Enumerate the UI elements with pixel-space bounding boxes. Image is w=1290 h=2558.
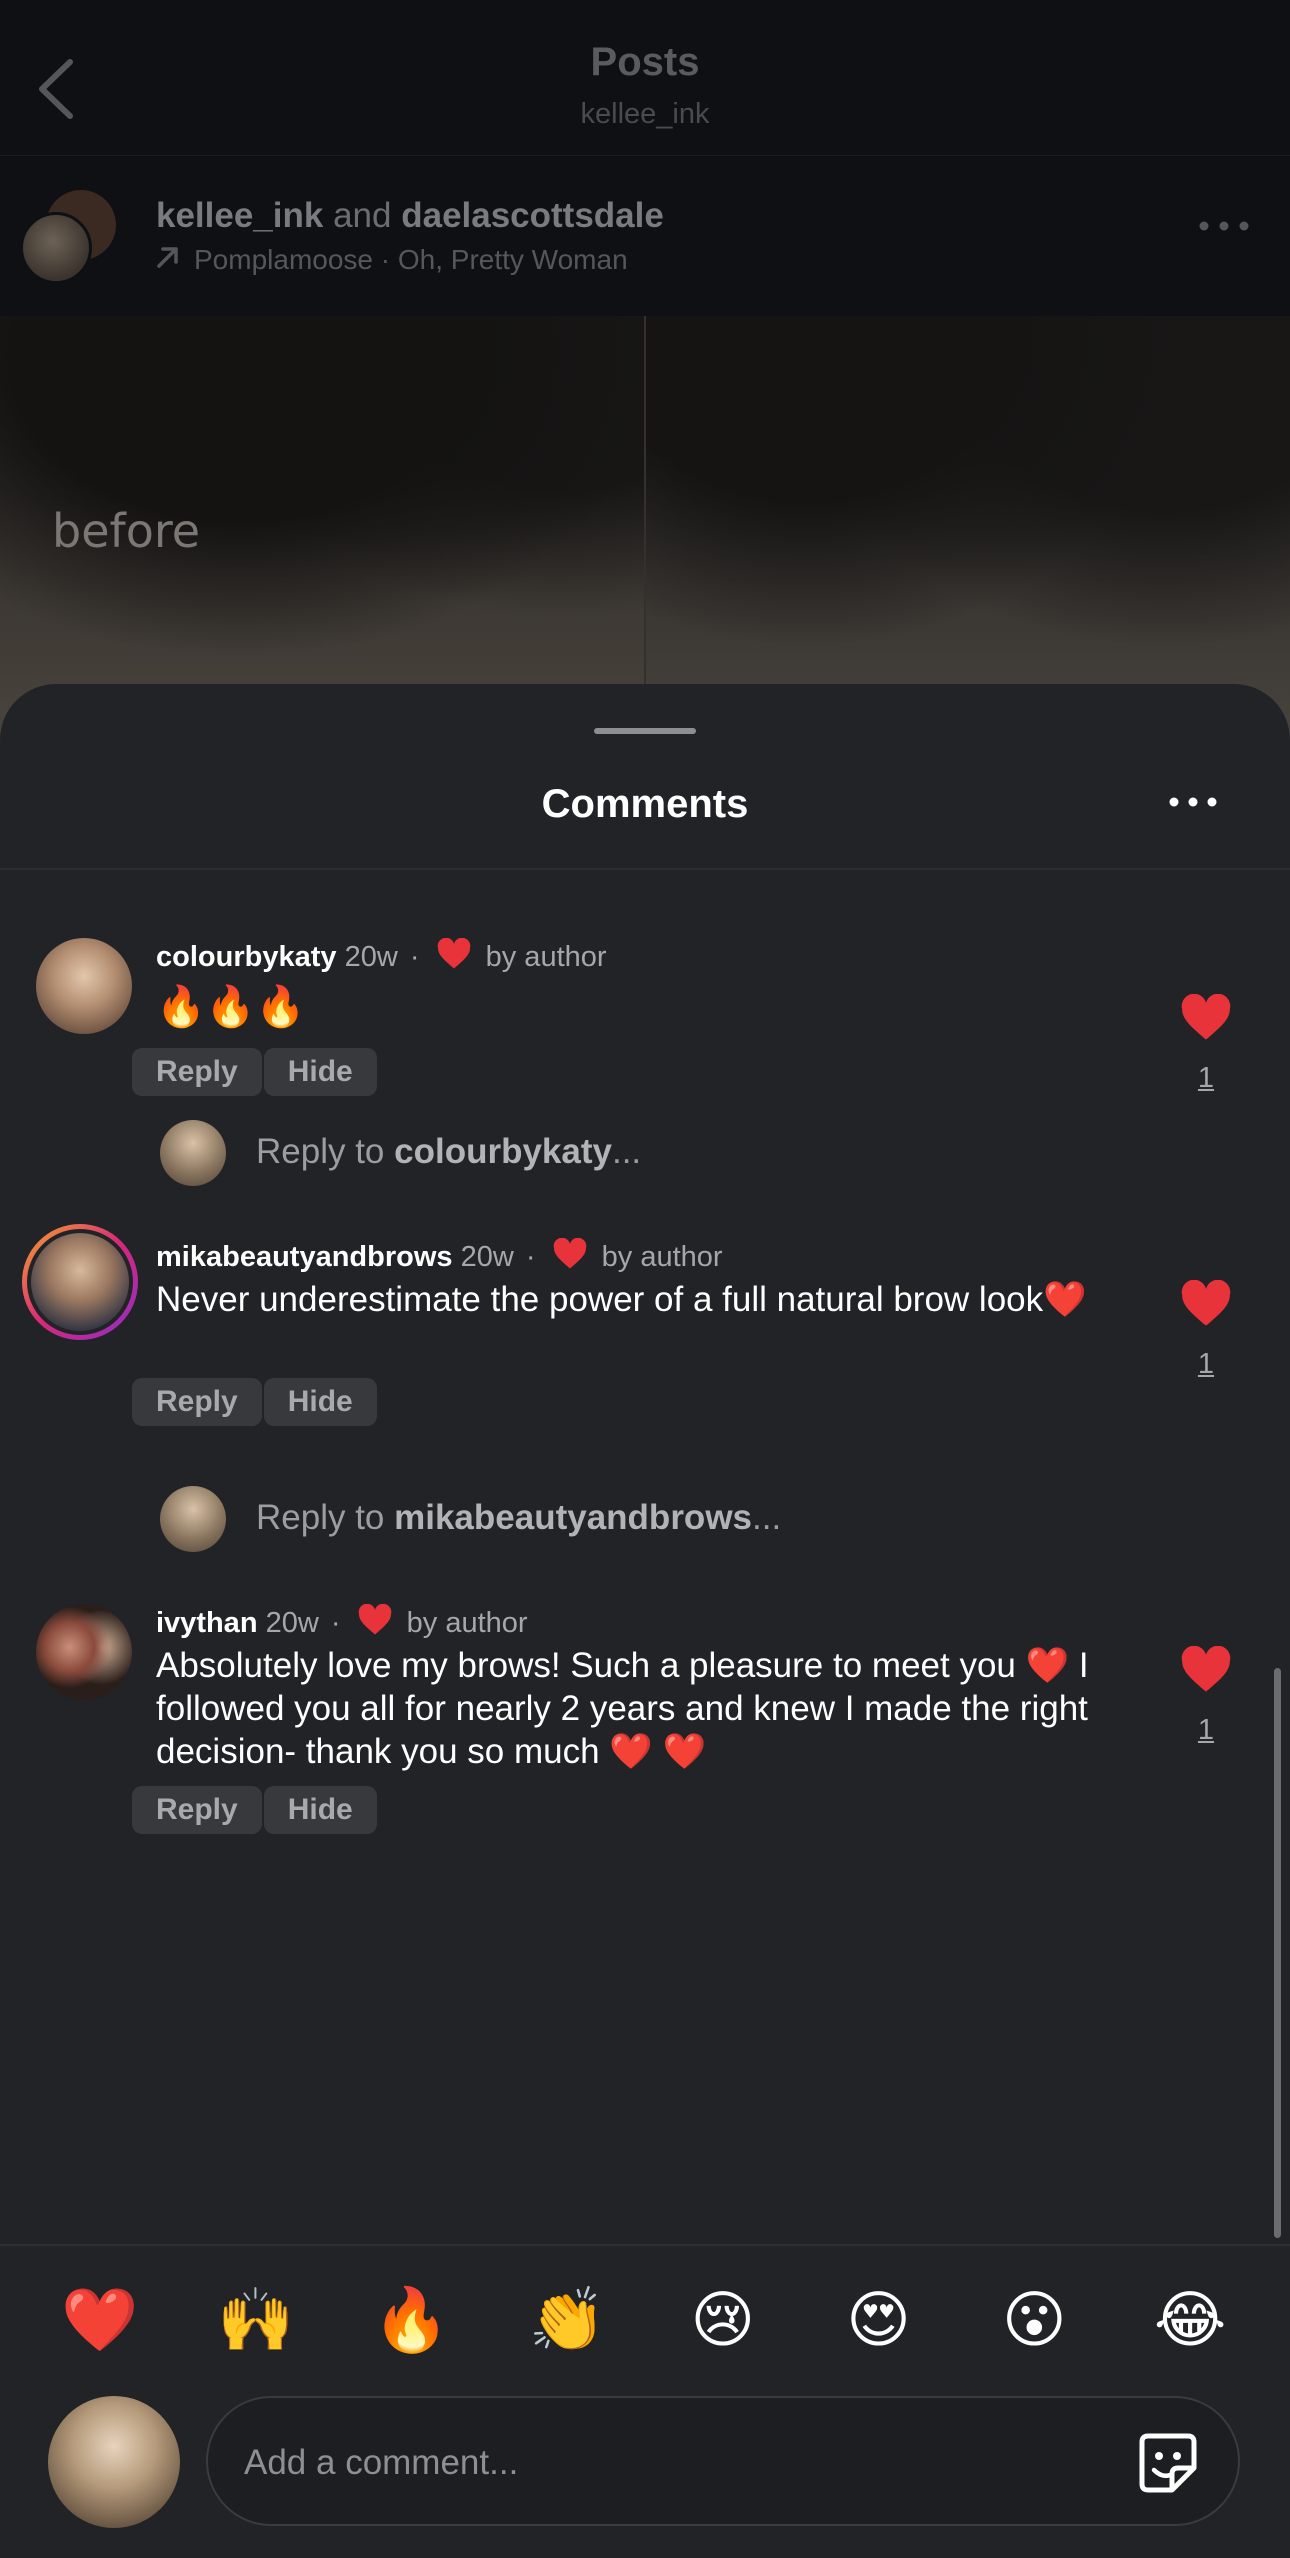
reply-prompt[interactable]: Reply to colourbykaty... bbox=[160, 1120, 1060, 1190]
music-label: Pomplamoose · Oh, Pretty Woman bbox=[194, 244, 628, 275]
heart-icon[interactable] bbox=[1180, 1646, 1232, 1694]
collaborator-name[interactable]: daelascottsdale bbox=[401, 196, 664, 235]
comment-age: 20w bbox=[460, 1241, 514, 1273]
quick-reactions: ❤️ 🙌 🔥 👏 😢 😍 😮 😂 bbox=[0, 2270, 1290, 2370]
author-avatar[interactable] bbox=[20, 212, 92, 284]
heart-icon bbox=[553, 1238, 586, 1269]
sticker-icon[interactable] bbox=[1132, 2428, 1204, 2500]
reaction-clap[interactable]: 👏 bbox=[517, 2270, 617, 2370]
comment-composer[interactable] bbox=[206, 2396, 1240, 2526]
avatar[interactable] bbox=[36, 938, 132, 1034]
page-title: Posts bbox=[590, 40, 700, 84]
reply-button[interactable]: Reply bbox=[132, 1048, 262, 1096]
heart-icon bbox=[437, 938, 470, 969]
meta-separator: · bbox=[525, 1241, 536, 1273]
reaction-fire[interactable]: 🔥 bbox=[361, 2270, 461, 2370]
reaction-surprised[interactable]: 😮 bbox=[984, 2270, 1084, 2370]
comment-meta: colourbykaty 20w · by author bbox=[156, 938, 607, 974]
avatar bbox=[160, 1120, 226, 1186]
avatar bbox=[160, 1486, 226, 1552]
more-horizontal-icon[interactable] bbox=[1196, 216, 1252, 236]
reaction-laugh[interactable]: 😂 bbox=[1140, 2270, 1240, 2370]
and-word: and bbox=[333, 196, 392, 235]
author-name[interactable]: kellee_ink bbox=[156, 196, 323, 235]
reaction-heart[interactable]: ❤️ bbox=[50, 2270, 150, 2370]
comment-input[interactable] bbox=[244, 2428, 1064, 2498]
comment-text: 🔥🔥🔥 bbox=[156, 985, 306, 1029]
heart-icon[interactable] bbox=[1180, 1280, 1232, 1328]
comment-actions: Reply Hide bbox=[132, 1378, 379, 1426]
page-subtitle: kellee_ink bbox=[580, 98, 710, 130]
reply-prompt-text: Reply to mikabeautyandbrows... bbox=[256, 1498, 782, 1537]
comment-meta: mikabeautyandbrows 20w · by author bbox=[156, 1238, 723, 1274]
avatar[interactable] bbox=[36, 1604, 132, 1700]
reply-prompt[interactable]: Reply to mikabeautyandbrows... bbox=[160, 1486, 1060, 1556]
like-count[interactable]: 1 bbox=[1180, 1714, 1232, 1747]
comment-actions: Reply Hide bbox=[132, 1048, 379, 1096]
comment-username[interactable]: colourbykaty bbox=[156, 941, 337, 973]
comment-age: 20w bbox=[344, 941, 398, 973]
author-like-label: by author bbox=[406, 1607, 528, 1639]
meta-separator: · bbox=[409, 941, 420, 973]
hide-button[interactable]: Hide bbox=[263, 1786, 377, 1834]
current-user-avatar bbox=[48, 2396, 180, 2528]
sheet-title: Comments bbox=[541, 782, 749, 826]
divider bbox=[0, 868, 1290, 870]
avatar-story-ring[interactable] bbox=[22, 1224, 138, 1340]
drag-handle[interactable] bbox=[594, 728, 696, 734]
comment-username[interactable]: mikabeautyandbrows bbox=[156, 1241, 453, 1273]
hide-button[interactable]: Hide bbox=[263, 1378, 377, 1426]
reaction-cry[interactable]: 😢 bbox=[673, 2270, 773, 2370]
comment-username[interactable]: ivythan bbox=[156, 1607, 258, 1639]
reply-button[interactable]: Reply bbox=[132, 1378, 262, 1426]
post-background: Posts kellee_ink kellee_ink and daelasco… bbox=[0, 0, 1290, 760]
arrow-up-right-icon bbox=[157, 247, 178, 268]
reply-prompt-text: Reply to colourbykaty... bbox=[256, 1132, 642, 1171]
music-info[interactable]: Pomplamoose · Oh, Pretty Woman bbox=[156, 244, 628, 276]
scrollbar[interactable] bbox=[1274, 1668, 1281, 2238]
like-count[interactable]: 1 bbox=[1180, 1062, 1232, 1095]
reaction-raised-hands[interactable]: 🙌 bbox=[206, 2270, 306, 2370]
author-like-label: by author bbox=[601, 1241, 723, 1273]
more-horizontal-icon[interactable] bbox=[1168, 794, 1218, 810]
image-overlay-text: before bbox=[52, 504, 201, 558]
comment-actions: Reply Hide bbox=[132, 1786, 379, 1834]
top-nav-bar: Posts kellee_ink bbox=[0, 0, 1290, 155]
divider bbox=[0, 2244, 1290, 2246]
heart-icon[interactable] bbox=[1180, 994, 1232, 1042]
comment-text: Never underestimate the power of a full … bbox=[156, 1280, 1087, 1319]
like-count[interactable]: 1 bbox=[1180, 1348, 1232, 1381]
heart-icon bbox=[358, 1604, 391, 1635]
comment-age: 20w bbox=[265, 1607, 319, 1639]
comment-meta: ivythan 20w · by author bbox=[156, 1604, 528, 1640]
hide-button[interactable]: Hide bbox=[263, 1048, 377, 1096]
author-like-label: by author bbox=[485, 941, 607, 973]
meta-separator: · bbox=[330, 1607, 341, 1639]
reaction-heart-eyes[interactable]: 😍 bbox=[829, 2270, 929, 2370]
post-authors[interactable]: kellee_ink and daelascottsdale bbox=[156, 196, 664, 236]
reply-button[interactable]: Reply bbox=[132, 1786, 262, 1834]
post-header bbox=[0, 156, 1290, 316]
comment-text: Absolutely love my brows! Such a pleasur… bbox=[156, 1646, 1089, 1771]
